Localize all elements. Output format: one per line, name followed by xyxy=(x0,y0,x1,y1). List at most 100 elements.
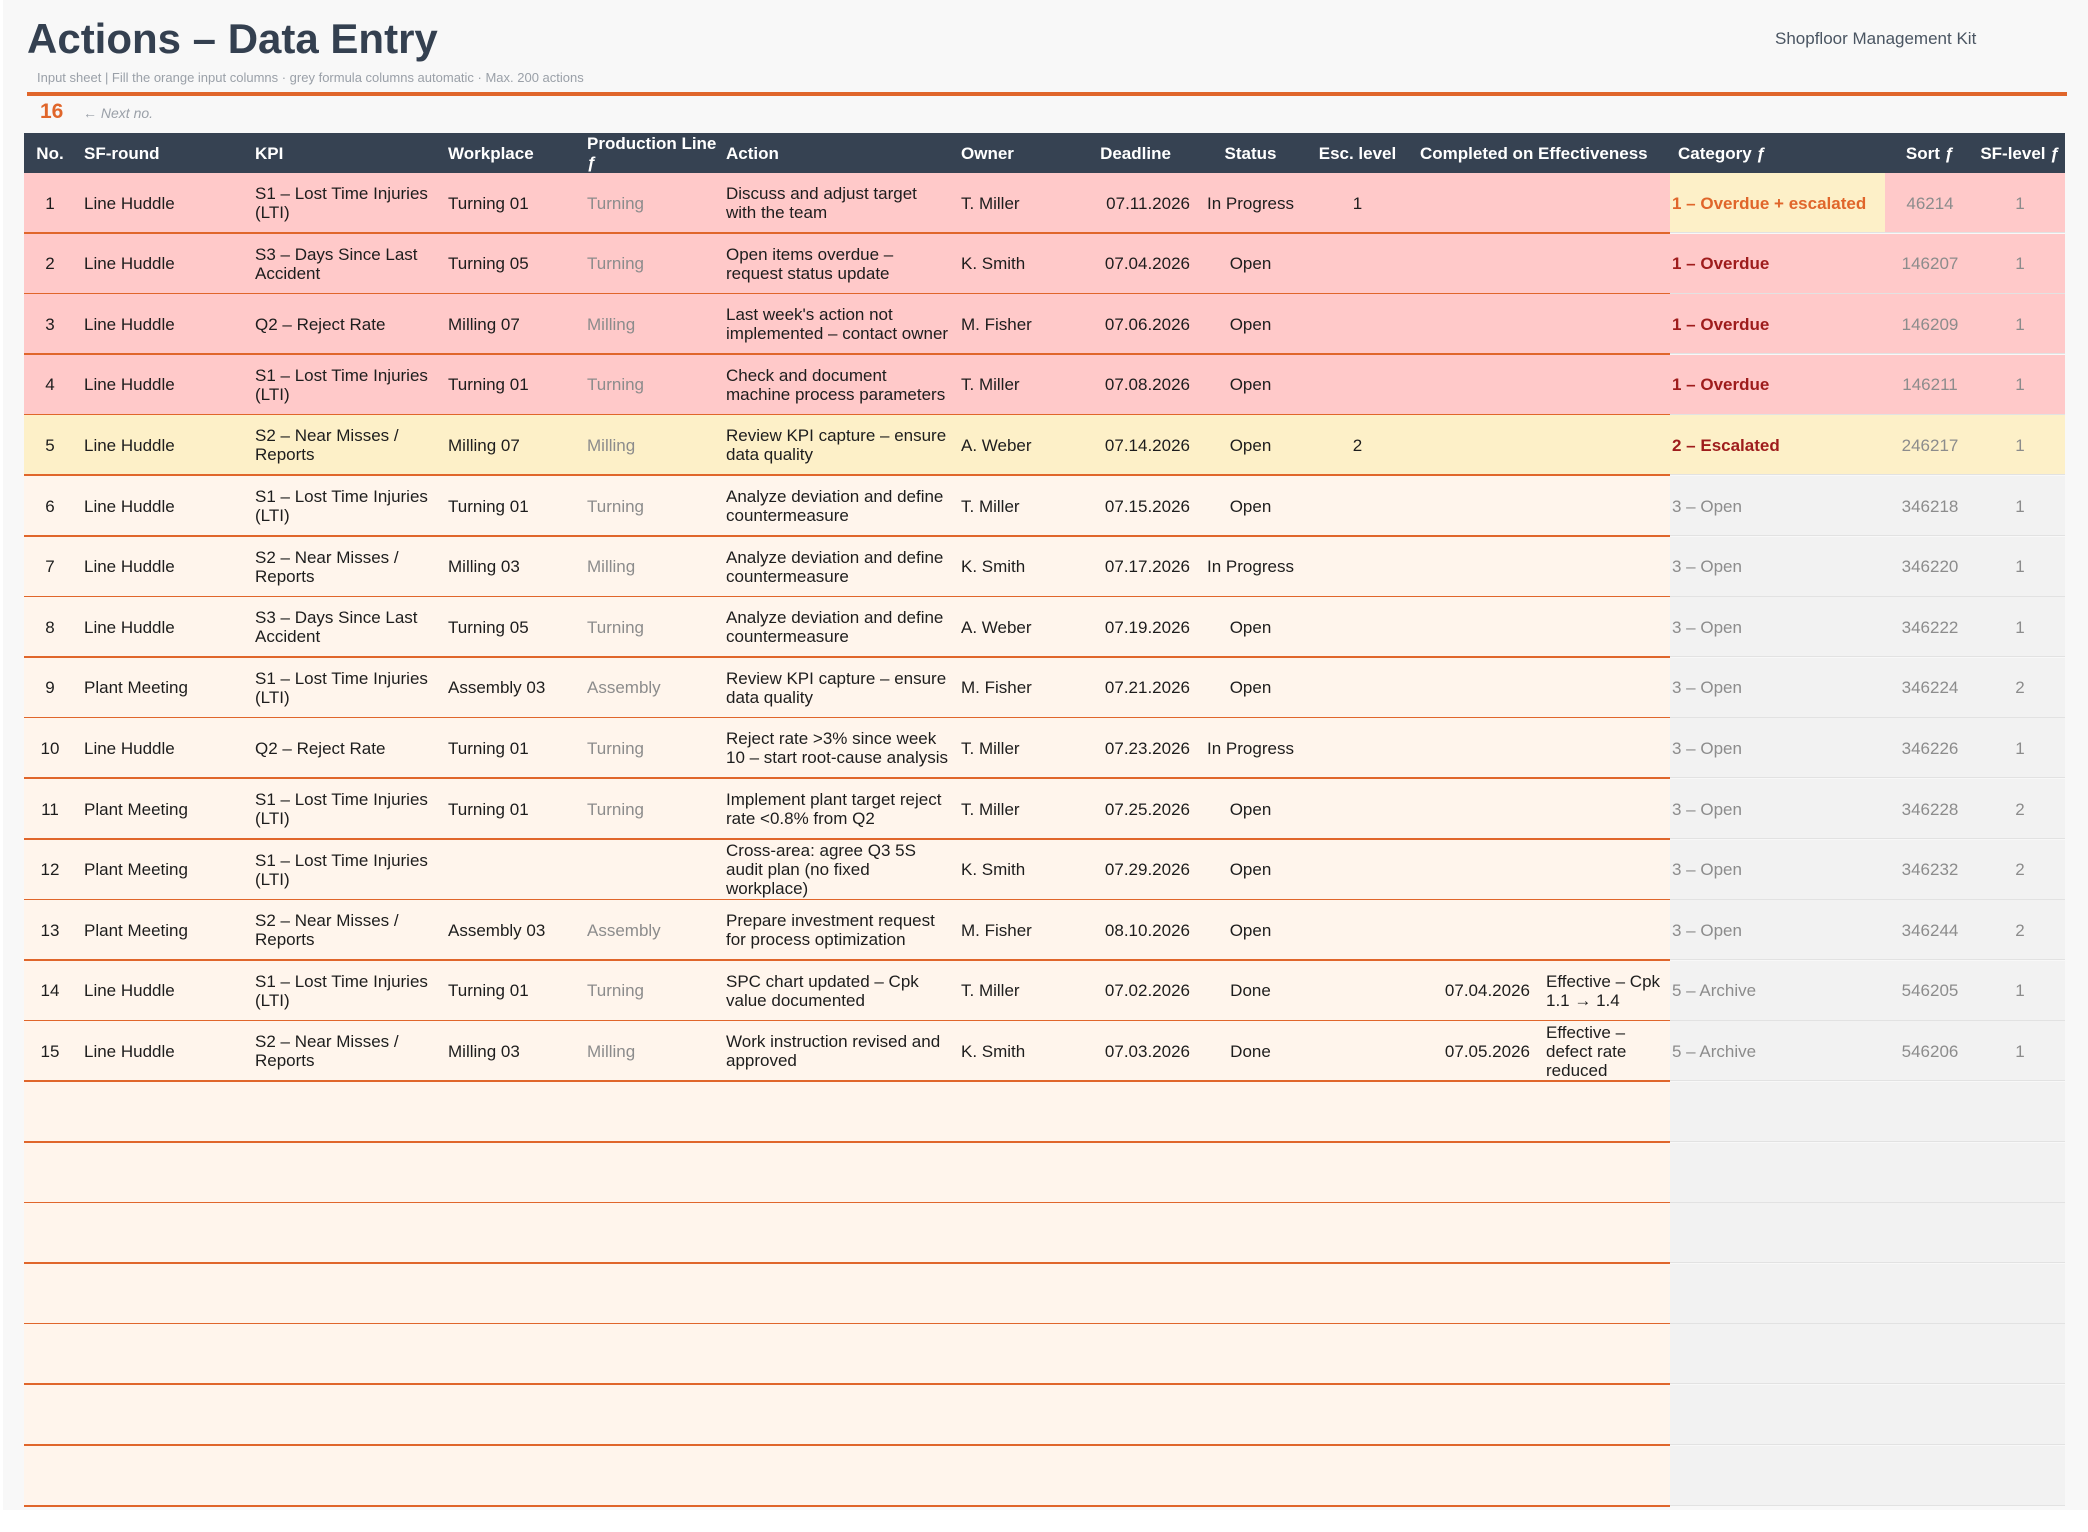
header-sf-level[interactable]: SF-level ƒ xyxy=(1975,133,2065,173)
cell-deadline[interactable]: 07.19.2026 xyxy=(1073,597,1198,657)
empty-cell-owner[interactable] xyxy=(953,1324,1073,1384)
cell-completed-on[interactable] xyxy=(1412,234,1538,294)
empty-cell-deadline[interactable] xyxy=(1073,1264,1198,1324)
cell-no[interactable]: 4 xyxy=(24,355,76,415)
cell-completed-on[interactable] xyxy=(1412,840,1538,900)
cell-esc-level[interactable] xyxy=(1303,779,1412,839)
cell-owner[interactable]: T. Miller xyxy=(953,779,1073,839)
empty-cell-workplace[interactable] xyxy=(440,1143,579,1203)
cell-effectiveness[interactable] xyxy=(1538,597,1670,657)
empty-cell-action[interactable] xyxy=(718,1082,953,1142)
cell-workplace[interactable]: Milling 03 xyxy=(440,537,579,597)
empty-cell-owner[interactable] xyxy=(953,1143,1073,1203)
empty-cell-completed-on[interactable] xyxy=(1412,1385,1538,1445)
cell-workplace[interactable]: Turning 05 xyxy=(440,597,579,657)
empty-cell-action[interactable] xyxy=(718,1203,953,1263)
cell-no[interactable]: 3 xyxy=(24,294,76,354)
empty-cell-workplace[interactable] xyxy=(440,1264,579,1324)
empty-cell-status[interactable] xyxy=(1198,1082,1303,1142)
cell-completed-on[interactable]: 07.05.2026 xyxy=(1412,1021,1538,1081)
empty-cell-completed-on[interactable] xyxy=(1412,1324,1538,1384)
empty-cell-esc-level[interactable] xyxy=(1303,1143,1412,1203)
header-category[interactable]: Category ƒ xyxy=(1670,133,1885,173)
header-workplace[interactable]: Workplace xyxy=(440,133,579,173)
empty-table-row[interactable] xyxy=(24,1324,2065,1386)
cell-owner[interactable]: M. Fisher xyxy=(953,900,1073,960)
cell-workplace[interactable]: Turning 01 xyxy=(440,779,579,839)
empty-cell-no[interactable] xyxy=(24,1324,76,1384)
cell-completed-on[interactable] xyxy=(1412,415,1538,475)
cell-esc-level[interactable] xyxy=(1303,840,1412,900)
cell-esc-level[interactable] xyxy=(1303,234,1412,294)
empty-cell-kpi[interactable] xyxy=(247,1082,440,1142)
cell-no[interactable]: 11 xyxy=(24,779,76,839)
cell-status[interactable]: In Progress xyxy=(1198,718,1303,778)
header-kpi[interactable]: KPI xyxy=(247,133,440,173)
empty-cell-status[interactable] xyxy=(1198,1324,1303,1384)
cell-esc-level[interactable] xyxy=(1303,961,1412,1021)
table-row[interactable]: 9 Plant Meeting S1 – Lost Time Injuries (L… xyxy=(24,657,2065,719)
table-row[interactable]: 10 Line Huddle Q2 – Reject Rate Turning 01 T… xyxy=(24,718,2065,780)
cell-workplace[interactable]: Assembly 03 xyxy=(440,658,579,718)
table-row[interactable]: 1 Line Huddle S1 – Lost Time Injuries (LTI… xyxy=(24,173,2065,234)
header-effectiveness[interactable]: Effectiveness xyxy=(1538,133,1670,173)
cell-owner[interactable]: M. Fisher xyxy=(953,658,1073,718)
cell-effectiveness[interactable] xyxy=(1538,900,1670,960)
cell-action[interactable]: Work instruction revised and approved xyxy=(718,1021,953,1081)
empty-table-row[interactable] xyxy=(24,1445,2065,1507)
empty-cell-effectiveness[interactable] xyxy=(1538,1324,1670,1384)
empty-cell-completed-on[interactable] xyxy=(1412,1143,1538,1203)
cell-esc-level[interactable] xyxy=(1303,900,1412,960)
empty-cell-kpi[interactable] xyxy=(247,1143,440,1203)
table-row[interactable]: 2 Line Huddle S3 – Days Since Last Acciden… xyxy=(24,233,2065,295)
cell-completed-on[interactable] xyxy=(1412,355,1538,415)
cell-esc-level[interactable]: 2 xyxy=(1303,415,1412,475)
cell-workplace[interactable]: Assembly 03 xyxy=(440,900,579,960)
cell-action[interactable]: Open items overdue – request status upda… xyxy=(718,234,953,294)
cell-action[interactable]: SPC chart updated – Cpk value documented xyxy=(718,961,953,1021)
cell-deadline[interactable]: 07.23.2026 xyxy=(1073,718,1198,778)
empty-cell-effectiveness[interactable] xyxy=(1538,1082,1670,1142)
empty-table-row[interactable] xyxy=(24,1263,2065,1325)
header-esc-level[interactable]: Esc. level xyxy=(1303,133,1412,173)
cell-action[interactable]: Discuss and adjust target with the team xyxy=(718,173,953,233)
cell-kpi[interactable]: S1 – Lost Time Injuries (LTI) xyxy=(247,355,440,415)
cell-sf-round[interactable]: Line Huddle xyxy=(76,961,247,1021)
cell-workplace[interactable] xyxy=(440,840,579,900)
cell-effectiveness[interactable] xyxy=(1538,294,1670,354)
empty-cell-workplace[interactable] xyxy=(440,1203,579,1263)
cell-esc-level[interactable] xyxy=(1303,537,1412,597)
next-number-cell[interactable]: 16 xyxy=(40,99,63,125)
empty-cell-no[interactable] xyxy=(24,1143,76,1203)
cell-owner[interactable]: K. Smith xyxy=(953,840,1073,900)
cell-deadline[interactable]: 07.06.2026 xyxy=(1073,294,1198,354)
cell-kpi[interactable]: S2 – Near Misses / Reports xyxy=(247,415,440,475)
cell-action[interactable]: Check and document machine process param… xyxy=(718,355,953,415)
cell-owner[interactable]: M. Fisher xyxy=(953,294,1073,354)
cell-workplace[interactable]: Milling 07 xyxy=(440,415,579,475)
cell-status[interactable]: Open xyxy=(1198,355,1303,415)
cell-action[interactable]: Implement plant target reject rate <0.8%… xyxy=(718,779,953,839)
cell-sf-round[interactable]: Plant Meeting xyxy=(76,900,247,960)
empty-cell-esc-level[interactable] xyxy=(1303,1082,1412,1142)
empty-cell-sf-round[interactable] xyxy=(76,1324,247,1384)
cell-no[interactable]: 1 xyxy=(24,173,76,233)
cell-kpi[interactable]: S1 – Lost Time Injuries (LTI) xyxy=(247,840,440,900)
cell-status[interactable]: Open xyxy=(1198,900,1303,960)
cell-sf-round[interactable]: Line Huddle xyxy=(76,597,247,657)
cell-status[interactable]: Open xyxy=(1198,415,1303,475)
cell-effectiveness[interactable] xyxy=(1538,658,1670,718)
cell-action[interactable]: Analyze deviation and define countermeas… xyxy=(718,476,953,536)
cell-deadline[interactable]: 07.04.2026 xyxy=(1073,234,1198,294)
cell-workplace[interactable]: Turning 05 xyxy=(440,234,579,294)
cell-kpi[interactable]: S1 – Lost Time Injuries (LTI) xyxy=(247,173,440,233)
cell-effectiveness[interactable] xyxy=(1538,779,1670,839)
cell-sf-round[interactable]: Line Huddle xyxy=(76,476,247,536)
table-row[interactable]: 7 Line Huddle S2 – Near Misses / Reports Mi… xyxy=(24,536,2065,598)
cell-no[interactable]: 12 xyxy=(24,840,76,900)
empty-cell-completed-on[interactable] xyxy=(1412,1203,1538,1263)
cell-completed-on[interactable] xyxy=(1412,294,1538,354)
header-no[interactable]: No. xyxy=(24,133,76,173)
empty-table-row[interactable] xyxy=(24,1203,2065,1265)
empty-cell-kpi[interactable] xyxy=(247,1324,440,1384)
